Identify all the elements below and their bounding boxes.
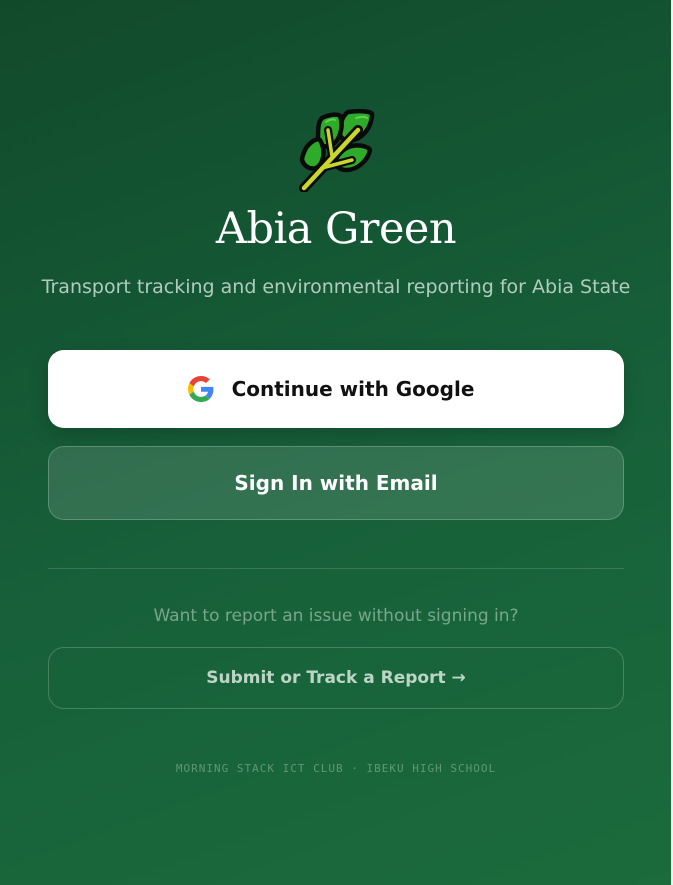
app-title: Abia Green <box>215 204 457 254</box>
continue-with-google-button[interactable]: Continue with Google <box>48 350 624 428</box>
google-icon <box>187 376 214 402</box>
herb-leaf-icon <box>296 108 376 193</box>
app-subtitle: Transport tracking and environmental rep… <box>41 276 631 298</box>
section-divider <box>48 568 624 569</box>
google-button-label: Continue with Google <box>231 377 475 401</box>
report-button-label: Submit or Track a Report → <box>206 668 466 688</box>
report-prompt: Want to report an issue without signing … <box>153 606 519 626</box>
submit-or-track-report-button[interactable]: Submit or Track a Report → <box>48 647 624 709</box>
footer-credit: MORNING STACK ICT CLUB · IBEKU HIGH SCHO… <box>175 762 497 775</box>
email-button-label: Sign In with Email <box>234 471 438 495</box>
sign-in-with-email-button[interactable]: Sign In with Email <box>48 446 624 520</box>
